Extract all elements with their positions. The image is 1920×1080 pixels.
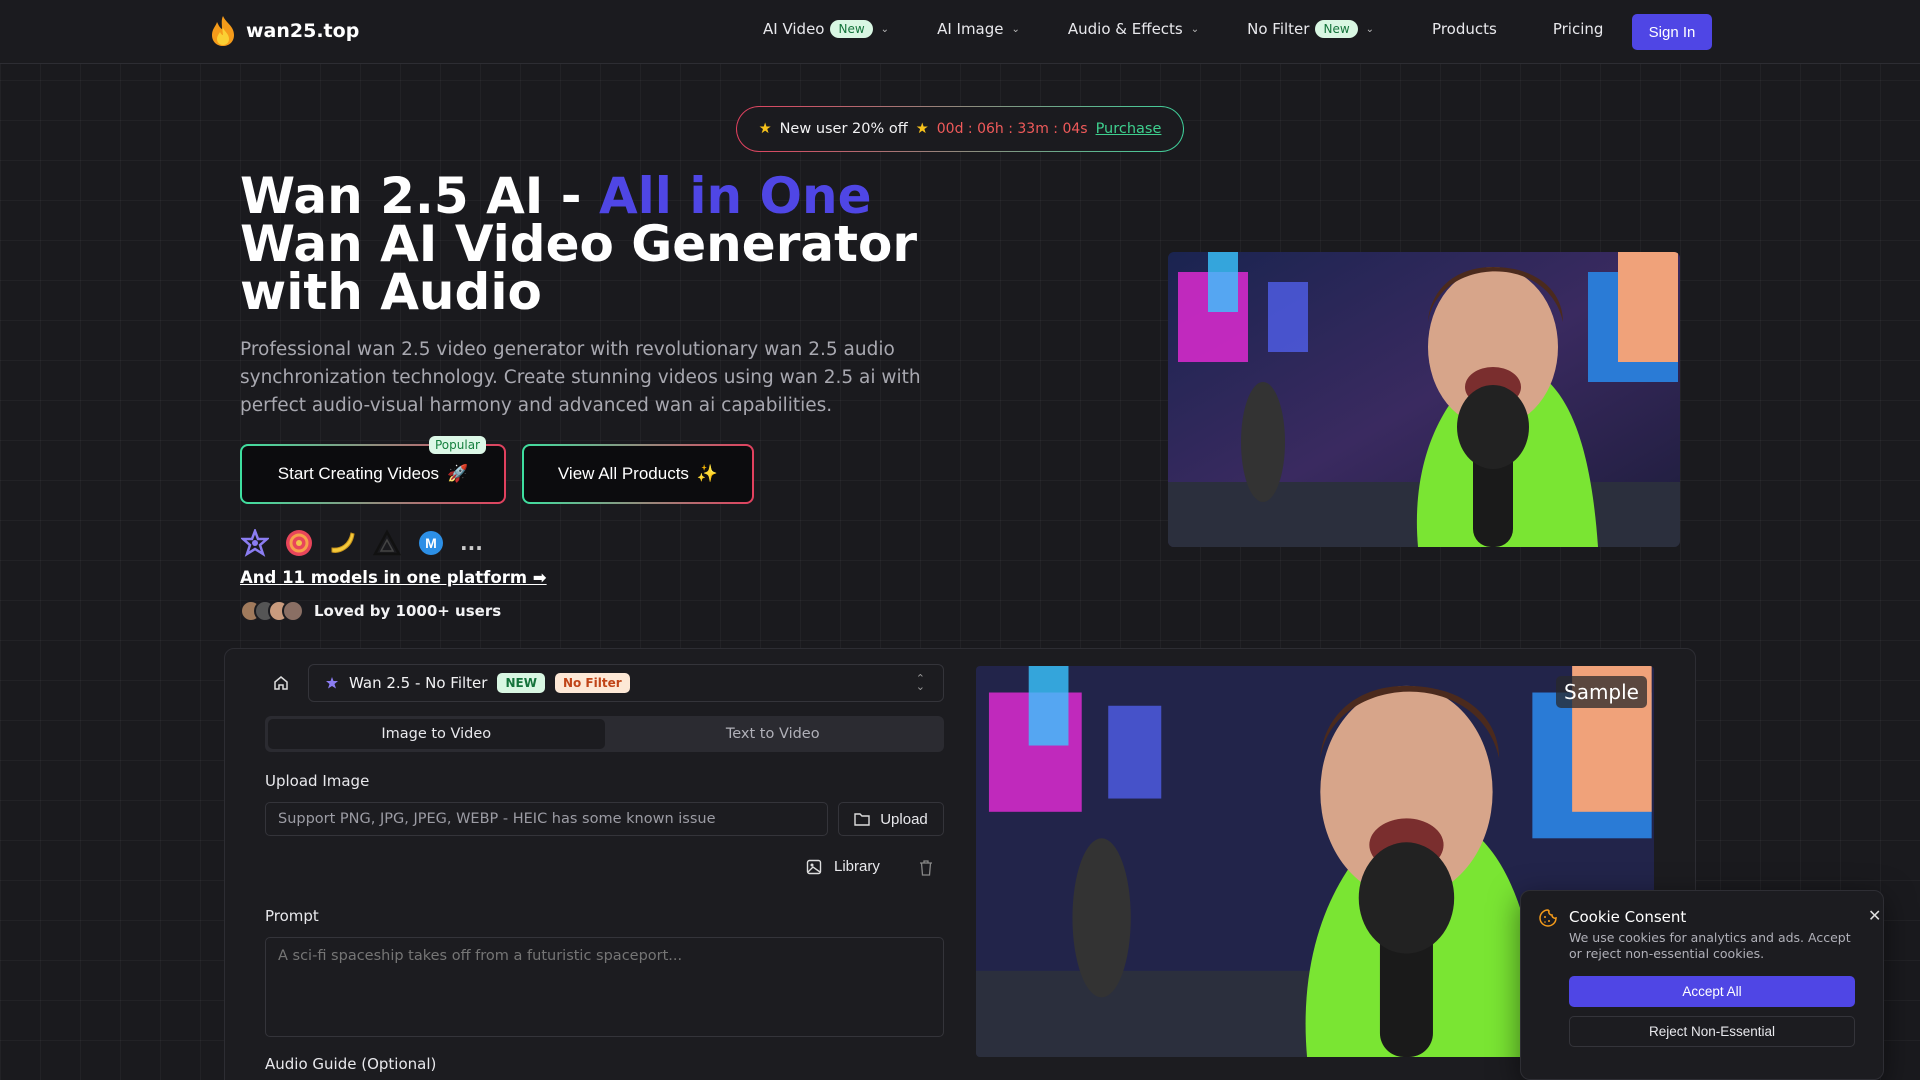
cookie-text: We use cookies for analytics and ads. Ac… [1569, 930, 1851, 961]
nav-ai-video-label: AI Video [763, 20, 825, 38]
brand-name: wan25.top [246, 20, 360, 42]
nav-ai-video[interactable]: AI Video New ⌄ [763, 20, 889, 38]
tab-text-to-video[interactable]: Text to Video [605, 719, 942, 749]
nav-pricing[interactable]: Pricing [1553, 20, 1604, 38]
hero-video-preview[interactable] [1168, 252, 1680, 547]
accept-all-button[interactable]: Accept All [1569, 976, 1855, 1007]
image-icon [806, 859, 822, 874]
avatar [282, 600, 304, 622]
clear-image-button[interactable] [916, 858, 936, 878]
folder-icon [854, 813, 870, 826]
models-link[interactable]: And 11 models in one platform ➡ [240, 568, 547, 587]
nav-no-filter-label: No Filter [1247, 20, 1310, 38]
start-creating-label: Start Creating Videos [277, 464, 440, 483]
view-products-label: View All Products [557, 464, 689, 483]
library-button[interactable]: Library [806, 858, 880, 875]
new-tag: NEW [497, 673, 545, 693]
user-avatars [240, 600, 304, 622]
chevron-updown-icon: ⌃ ⌄ [915, 672, 925, 693]
nav-products[interactable]: Products [1432, 20, 1497, 38]
nav-audio-effects[interactable]: Audio & Effects ⌄ [1068, 20, 1199, 38]
social-proof: Loved by 1000+ users [240, 600, 501, 622]
mode-tabs: Image to Video Text to Video [265, 716, 944, 752]
nav-ai-image[interactable]: AI Image ⌄ [937, 20, 1020, 38]
m-model-icon: M [416, 528, 446, 558]
sample-badge: Sample [1556, 676, 1647, 708]
cookie-icon [1539, 909, 1557, 927]
upload-button[interactable]: Upload [838, 802, 944, 836]
promo-banner: ★ New user 20% off ★ 00d : 06h : 33m : 0… [736, 106, 1184, 152]
video-thumbnail [1168, 252, 1680, 547]
nav-ai-image-label: AI Image [937, 20, 1004, 38]
star-model-icon [240, 528, 270, 558]
cookie-title: Cookie Consent [1569, 908, 1687, 926]
svg-text:M: M [425, 535, 437, 551]
new-badge: New [1315, 20, 1358, 38]
rocket-icon: 🚀 [447, 464, 469, 483]
chevron-down-icon: ⌄ [1365, 23, 1375, 35]
home-button[interactable] [266, 668, 296, 698]
top-nav: wan25.top AI Video New ⌄ AI Image ⌄ Audi… [0, 0, 1920, 64]
sign-in-button[interactable]: Sign In [1632, 14, 1712, 50]
chevron-down-icon: ⌄ [1011, 23, 1020, 35]
no-filter-tag: No Filter [554, 673, 630, 693]
nav-pricing-label: Pricing [1552, 20, 1604, 38]
prompt-label: Prompt [265, 907, 319, 925]
audio-guide-label: Audio Guide (Optional) [265, 1055, 437, 1073]
star-icon: ★ [758, 121, 772, 137]
selected-model-name: Wan 2.5 - No Filter [349, 674, 488, 692]
main-nav: AI Video New ⌄ AI Image ⌄ Audio & Effect… [763, 20, 1603, 38]
sparkles-icon: ✨ [696, 464, 719, 483]
upload-image-field[interactable]: Support PNG, JPG, JPEG, WEBP - HEIC has … [265, 802, 828, 836]
fire-icon [212, 16, 234, 46]
more-models-indicator: ... [460, 531, 483, 555]
close-icon[interactable]: ✕ [1868, 906, 1881, 926]
purchase-link[interactable]: Purchase [1096, 121, 1162, 137]
promo-text: New user 20% off [779, 121, 908, 137]
countdown-timer: 00d : 06h : 33m : 04s [936, 121, 1088, 137]
nav-no-filter[interactable]: No Filter New ⌄ [1247, 20, 1374, 38]
chevron-down-icon: ⌄ [880, 23, 890, 35]
upload-image-label: Upload Image [265, 772, 370, 790]
prompt-input[interactable] [265, 937, 944, 1037]
nav-audio-effects-label: Audio & Effects [1067, 20, 1183, 38]
tab-image-to-video[interactable]: Image to Video [268, 719, 605, 749]
home-icon [274, 676, 288, 690]
view-products-button[interactable]: View All Products ✨ [522, 444, 754, 504]
popular-badge: Popular [429, 436, 486, 454]
reject-non-essential-button[interactable]: Reject Non-Essential [1569, 1016, 1855, 1047]
hero-title-line3: with Audio [240, 263, 542, 321]
model-star-icon [326, 677, 338, 689]
chevron-down-icon: ⌄ [1190, 23, 1200, 35]
model-icon-row: M ... [240, 528, 483, 558]
nav-products-label: Products [1432, 20, 1497, 38]
banana-model-icon [328, 528, 358, 558]
loved-text: Loved by 1000+ users [314, 602, 502, 620]
hero-title: Wan 2.5 AI - All in One Wan AI Video Gen… [240, 171, 917, 317]
triangle-model-icon [372, 528, 402, 558]
star-icon: ★ [915, 121, 929, 137]
hero-description: Professional wan 2.5 video generator wit… [240, 339, 921, 416]
upload-button-label: Upload [880, 810, 928, 828]
brand-logo[interactable]: wan25.top [208, 14, 359, 48]
new-badge: New [830, 20, 873, 38]
trash-icon [920, 860, 932, 876]
library-button-label: Library [834, 858, 880, 875]
model-select[interactable]: Wan 2.5 - No Filter NEW No Filter ⌃ ⌄ [308, 664, 944, 702]
spiral-model-icon [284, 528, 314, 558]
